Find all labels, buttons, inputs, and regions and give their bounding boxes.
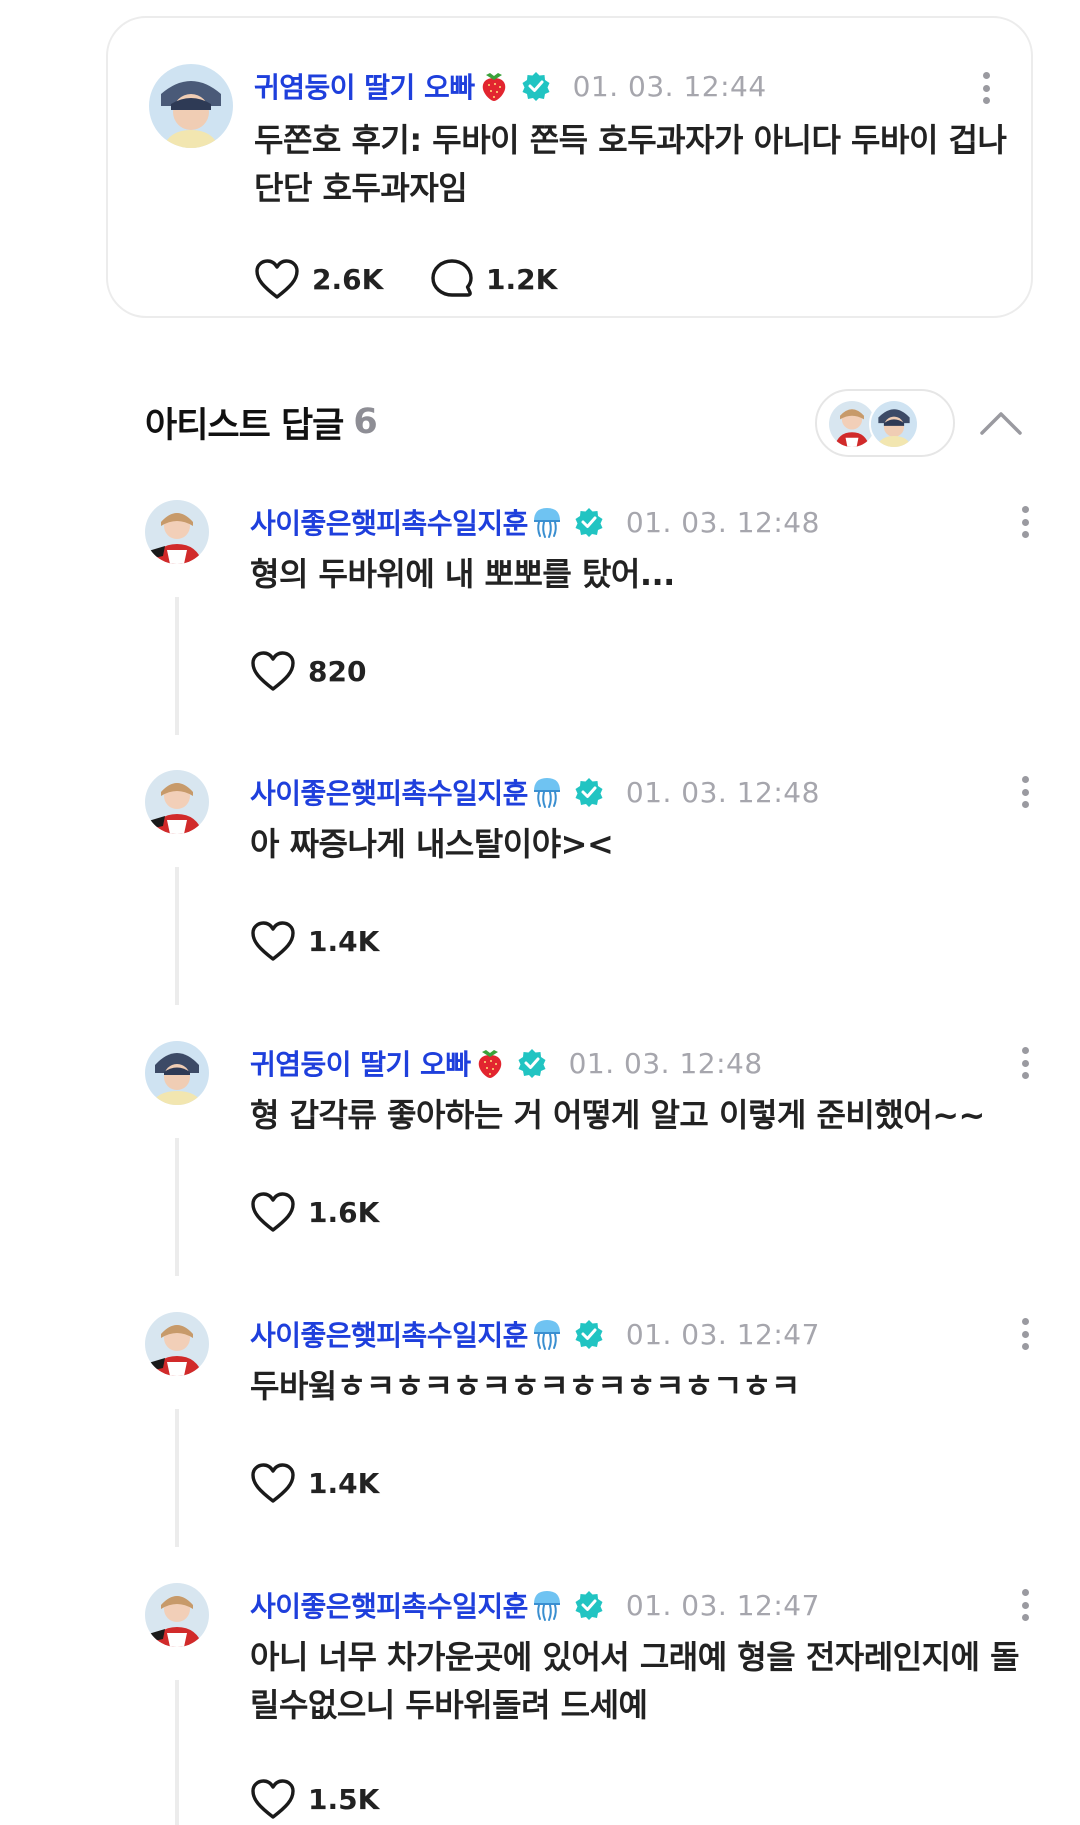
verified-badge-icon bbox=[574, 1590, 604, 1620]
reply-time: 01. 03. 12:48 bbox=[625, 775, 820, 809]
like-button[interactable]: 1.4K bbox=[250, 1462, 379, 1504]
reply-author[interactable]: 사이좋은햊피촉수일지훈 bbox=[250, 502, 528, 542]
post-time: 01. 03. 12:44 bbox=[572, 69, 767, 103]
heart-icon bbox=[251, 651, 295, 691]
reply-avatar[interactable] bbox=[145, 500, 209, 564]
comment-button[interactable]: 1.2K bbox=[430, 258, 557, 300]
comment-count: 1.2K bbox=[486, 262, 558, 296]
reply-header: 사이좋은햊피촉수일지훈 01. 03. 12:47 bbox=[250, 1314, 820, 1354]
author-avatar[interactable] bbox=[149, 64, 233, 148]
verified-badge-icon bbox=[521, 71, 551, 101]
jellyfish-icon bbox=[530, 775, 564, 809]
reply-avatar[interactable] bbox=[145, 1312, 209, 1376]
like-button[interactable]: 1.6K bbox=[250, 1191, 379, 1233]
heart-icon bbox=[251, 1779, 295, 1819]
replies-header: 아티스트 답글 6 bbox=[145, 392, 378, 452]
like-count: 1.4K bbox=[308, 1466, 380, 1500]
thread-line bbox=[175, 597, 179, 735]
reply-header: 귀염둥이 딸기 오빠 01. 03. 12:48 bbox=[250, 1043, 763, 1083]
more-options-icon[interactable] bbox=[1013, 502, 1037, 542]
more-options-icon[interactable] bbox=[974, 68, 998, 108]
reply-avatar[interactable] bbox=[145, 770, 209, 834]
reply-author[interactable]: 사이좋은햊피촉수일지훈 bbox=[250, 1585, 528, 1625]
reply-avatar[interactable] bbox=[145, 1041, 209, 1105]
reply-header: 사이좋은햊피촉수일지훈 01. 03. 12:47 bbox=[250, 1585, 820, 1625]
heart-icon bbox=[251, 1463, 295, 1503]
thread-line bbox=[175, 1680, 179, 1825]
reply-header: 사이좋은햊피촉수일지훈 01. 03. 12:48 bbox=[250, 502, 820, 542]
like-button[interactable]: 2.6K bbox=[254, 258, 383, 300]
thread-line bbox=[175, 1409, 179, 1547]
like-count: 1.5K bbox=[308, 1782, 380, 1816]
post-body: 두쫀호 후기: 두바이 쫀득 호두과자가 아니다 두바이 겁나 단단 호두과자임 bbox=[254, 121, 1007, 207]
reply-author[interactable]: 사이좋은햊피촉수일지훈 bbox=[250, 772, 528, 812]
replies-count: 6 bbox=[353, 402, 378, 442]
like-count: 1.4K bbox=[308, 924, 380, 958]
reply-time: 01. 03. 12:48 bbox=[625, 505, 820, 539]
jellyfish-icon bbox=[530, 1588, 564, 1622]
heart-icon bbox=[251, 921, 295, 961]
like-button[interactable]: 820 bbox=[250, 650, 366, 692]
verified-badge-icon bbox=[574, 507, 604, 537]
like-button[interactable]: 1.4K bbox=[250, 920, 379, 962]
artist-replies-screen: 귀염둥이 딸기 오빠 01. 03. 12:44 두쫀호 후기: 두바이 쫀득 bbox=[0, 0, 1080, 1825]
comment-icon bbox=[431, 259, 473, 297]
reply-body: 두바윜ㅎㅋㅎㅋㅎㅋㅎㅋㅎㅋㅎㅋㅎㄱㅎㅋ bbox=[250, 1367, 800, 1405]
verified-badge-icon bbox=[517, 1048, 547, 1078]
like-count: 2.6K bbox=[312, 262, 384, 296]
post-header: 귀염둥이 딸기 오빠 01. 03. 12:44 bbox=[254, 66, 767, 106]
reply-body: 아 짜증나게 내스탈이야>< bbox=[250, 825, 614, 863]
strawberry-icon bbox=[477, 69, 511, 103]
reply-body: 아니 너무 차가운곳에 있어서 그래예 형을 전자레인지에 돌릴수없으니 두바위… bbox=[250, 1638, 1020, 1724]
post-card[interactable]: 귀염둥이 딸기 오빠 01. 03. 12:44 두쫀호 후기: 두바이 쫀득 bbox=[106, 16, 1033, 318]
reply-header: 사이좋은햊피촉수일지훈 01. 03. 12:48 bbox=[250, 772, 820, 812]
more-options-icon[interactable] bbox=[1013, 1043, 1037, 1083]
more-options-icon[interactable] bbox=[1013, 1585, 1037, 1625]
reply-body: 형의 두바위에 내 뽀뽀를 탔어... bbox=[250, 555, 675, 593]
like-count: 820 bbox=[308, 654, 367, 688]
heart-icon bbox=[255, 259, 299, 299]
more-options-icon[interactable] bbox=[1013, 1314, 1037, 1354]
replies-title: 아티스트 답글 bbox=[145, 405, 344, 446]
verified-badge-icon bbox=[574, 777, 604, 807]
author-name[interactable]: 귀염둥이 딸기 오빠 bbox=[254, 66, 475, 106]
artist-avatars-pill[interactable] bbox=[815, 389, 955, 457]
reply-time: 01. 03. 12:48 bbox=[568, 1046, 763, 1080]
more-options-icon[interactable] bbox=[1013, 772, 1037, 812]
avatar bbox=[869, 399, 919, 449]
strawberry-icon bbox=[473, 1046, 507, 1080]
like-count: 1.6K bbox=[308, 1195, 380, 1229]
like-button[interactable]: 1.5K bbox=[250, 1778, 379, 1820]
heart-icon bbox=[251, 1192, 295, 1232]
thread-line bbox=[175, 867, 179, 1005]
jellyfish-icon bbox=[530, 505, 564, 539]
collapse-chevron-up-icon[interactable] bbox=[978, 405, 1024, 439]
reply-avatar[interactable] bbox=[145, 1583, 209, 1647]
reply-body: 형 갑각류 좋아하는 거 어떻게 알고 이렇게 준비했어~~ bbox=[250, 1096, 985, 1134]
jellyfish-icon bbox=[530, 1317, 564, 1351]
verified-badge-icon bbox=[574, 1319, 604, 1349]
reply-author[interactable]: 사이좋은햊피촉수일지훈 bbox=[250, 1314, 528, 1354]
reply-time: 01. 03. 12:47 bbox=[625, 1588, 820, 1622]
thread-line bbox=[175, 1138, 179, 1276]
reply-time: 01. 03. 12:47 bbox=[625, 1317, 820, 1351]
reply-author[interactable]: 귀염둥이 딸기 오빠 bbox=[250, 1043, 471, 1083]
